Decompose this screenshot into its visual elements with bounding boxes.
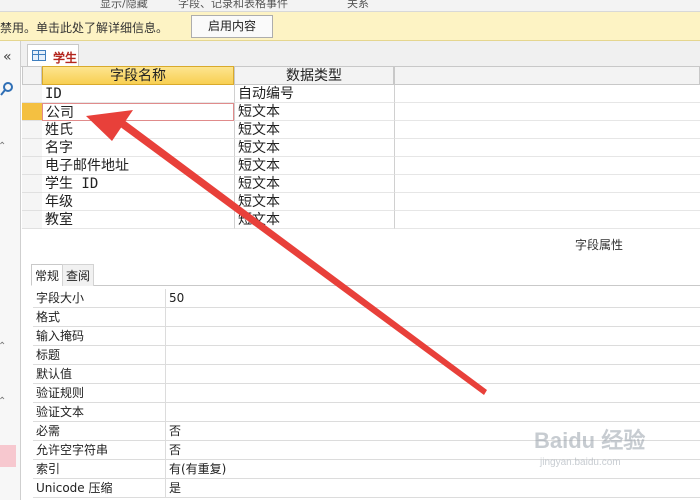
property-row[interactable]: 标题 — [33, 346, 700, 365]
property-value[interactable]: 否 — [169, 441, 181, 460]
column-header-data-type[interactable]: 数据类型 — [234, 66, 394, 85]
property-value[interactable]: 否 — [169, 422, 181, 441]
navigation-pane: « ⌃ ⌃ ⌃ — [0, 41, 21, 500]
tab-label: 学生 — [53, 51, 78, 65]
security-warning-text[interactable]: 禁用。单击此处了解详细信息。 — [0, 19, 168, 36]
field-name-cell[interactable]: 年级 — [42, 193, 234, 211]
tab-student-table[interactable]: 学生 — [27, 44, 79, 67]
nav-group-chevron-icon[interactable]: ⌃ — [0, 141, 6, 152]
description-cell[interactable] — [394, 193, 700, 211]
property-name: 标题 — [33, 346, 166, 365]
table-row[interactable]: 电子邮件地址 短文本 — [22, 157, 700, 175]
access-window: 显示/隐藏 字段、记录和表格事件 关系 禁用。单击此处了解详细信息。 启用内容 … — [0, 0, 700, 500]
field-name-cell[interactable]: 名字 — [42, 139, 234, 157]
collapse-nav-pane-icon[interactable]: « — [3, 49, 12, 65]
nav-group-chevron-icon[interactable]: ⌃ — [0, 396, 6, 407]
watermark-text: Baidu 经验 — [534, 428, 645, 453]
ribbon-group-show-hide[interactable]: 显示/隐藏 — [100, 0, 148, 11]
table-design-grid: 字段名称 数据类型 ID 自动编号 公司 短文本 姓氏 短文本 名字 短文本 电… — [22, 66, 700, 232]
row-selector[interactable] — [22, 85, 42, 103]
watermark-subtext: jingyan.baidu.com — [539, 457, 621, 468]
property-name: 格式 — [33, 308, 166, 327]
description-cell[interactable] — [394, 211, 700, 229]
field-name-cell[interactable]: ID — [42, 85, 234, 103]
property-row[interactable]: Unicode 压缩是 — [33, 479, 700, 498]
tab-lookup[interactable]: 查阅 — [62, 264, 95, 286]
column-header-field-name[interactable]: 字段名称 — [42, 66, 234, 85]
data-type-cell[interactable]: 短文本 — [234, 175, 394, 193]
property-name: 默认值 — [33, 365, 166, 384]
property-value[interactable]: 是 — [169, 479, 181, 498]
description-cell[interactable] — [394, 175, 700, 193]
row-selector[interactable] — [22, 211, 42, 229]
table-row[interactable]: 学生 ID 短文本 — [22, 175, 700, 193]
data-type-cell[interactable]: 短文本 — [234, 193, 394, 211]
table-row[interactable]: 姓氏 短文本 — [22, 121, 700, 139]
property-value[interactable]: 50 — [169, 289, 184, 308]
row-selector[interactable] — [22, 121, 42, 139]
table-row[interactable]: 年级 短文本 — [22, 193, 700, 211]
table-row[interactable]: 教室 短文本 — [22, 211, 700, 229]
document-tab-strip — [21, 41, 700, 67]
table-icon — [32, 50, 46, 61]
ribbon-group-relationships[interactable]: 关系 — [347, 0, 369, 11]
row-selector[interactable] — [22, 193, 42, 211]
description-cell[interactable] — [394, 157, 700, 175]
property-value[interactable]: 有(有重复) — [169, 460, 226, 479]
column-header-description[interactable] — [394, 66, 700, 85]
field-name-cell[interactable]: 学生 ID — [42, 175, 234, 193]
description-cell[interactable] — [394, 103, 700, 121]
tab-general[interactable]: 常规 — [31, 264, 64, 286]
baidu-watermark: Baidu 经验 jingyan.baidu.com — [530, 420, 680, 470]
field-name-cell[interactable]: 教室 — [42, 211, 234, 229]
description-cell[interactable] — [394, 121, 700, 139]
field-name-cell[interactable]: 电子邮件地址 — [42, 157, 234, 175]
description-cell[interactable] — [394, 139, 700, 157]
row-selector[interactable] — [22, 139, 42, 157]
data-type-cell[interactable]: 自动编号 — [234, 85, 394, 103]
search-icon[interactable] — [0, 81, 14, 99]
property-name: Unicode 压缩 — [33, 479, 166, 498]
data-type-cell[interactable]: 短文本 — [234, 103, 394, 121]
data-type-cell[interactable]: 短文本 — [234, 121, 394, 139]
property-name: 验证规则 — [33, 384, 166, 403]
property-name: 允许空字符串 — [33, 441, 166, 460]
data-type-cell[interactable]: 短文本 — [234, 139, 394, 157]
enable-content-button[interactable]: 启用内容 — [191, 15, 273, 38]
property-name: 索引 — [33, 460, 166, 479]
description-cell[interactable] — [394, 85, 700, 103]
property-tabs: 常规 查阅 — [31, 264, 700, 286]
security-warning-bar: 禁用。单击此处了解详细信息。 启用内容 — [0, 12, 700, 41]
property-row[interactable]: 默认值 — [33, 365, 700, 384]
property-name: 验证文本 — [33, 403, 166, 422]
property-name: 输入掩码 — [33, 327, 166, 346]
property-row[interactable]: 字段大小 50 — [33, 289, 700, 308]
field-properties-title: 字段属性 — [575, 238, 624, 252]
property-row[interactable]: 输入掩码 — [33, 327, 700, 346]
row-selector[interactable] — [22, 157, 42, 175]
property-row[interactable]: 格式 — [33, 308, 700, 327]
data-type-cell[interactable]: 短文本 — [234, 157, 394, 175]
table-row[interactable]: 公司 短文本 — [22, 103, 700, 121]
property-name: 必需 — [33, 422, 166, 441]
field-name-cell[interactable]: 姓氏 — [42, 121, 234, 139]
table-row[interactable]: 名字 短文本 — [22, 139, 700, 157]
table-row[interactable]: ID 自动编号 — [22, 85, 700, 103]
ribbon-groups: 显示/隐藏 字段、记录和表格事件 关系 — [0, 0, 700, 12]
field-name-cell[interactable]: 公司 — [42, 103, 234, 121]
data-type-cell[interactable]: 短文本 — [234, 211, 394, 229]
nav-group-chevron-icon[interactable]: ⌃ — [0, 341, 6, 352]
ribbon-group-events[interactable]: 字段、记录和表格事件 — [178, 0, 288, 11]
nav-selected-object[interactable] — [0, 445, 16, 467]
property-row[interactable]: 验证规则 — [33, 384, 700, 403]
row-selector-header[interactable] — [22, 66, 42, 85]
row-selector[interactable] — [22, 103, 42, 121]
row-selector[interactable] — [22, 175, 42, 193]
property-name: 字段大小 — [33, 289, 166, 308]
